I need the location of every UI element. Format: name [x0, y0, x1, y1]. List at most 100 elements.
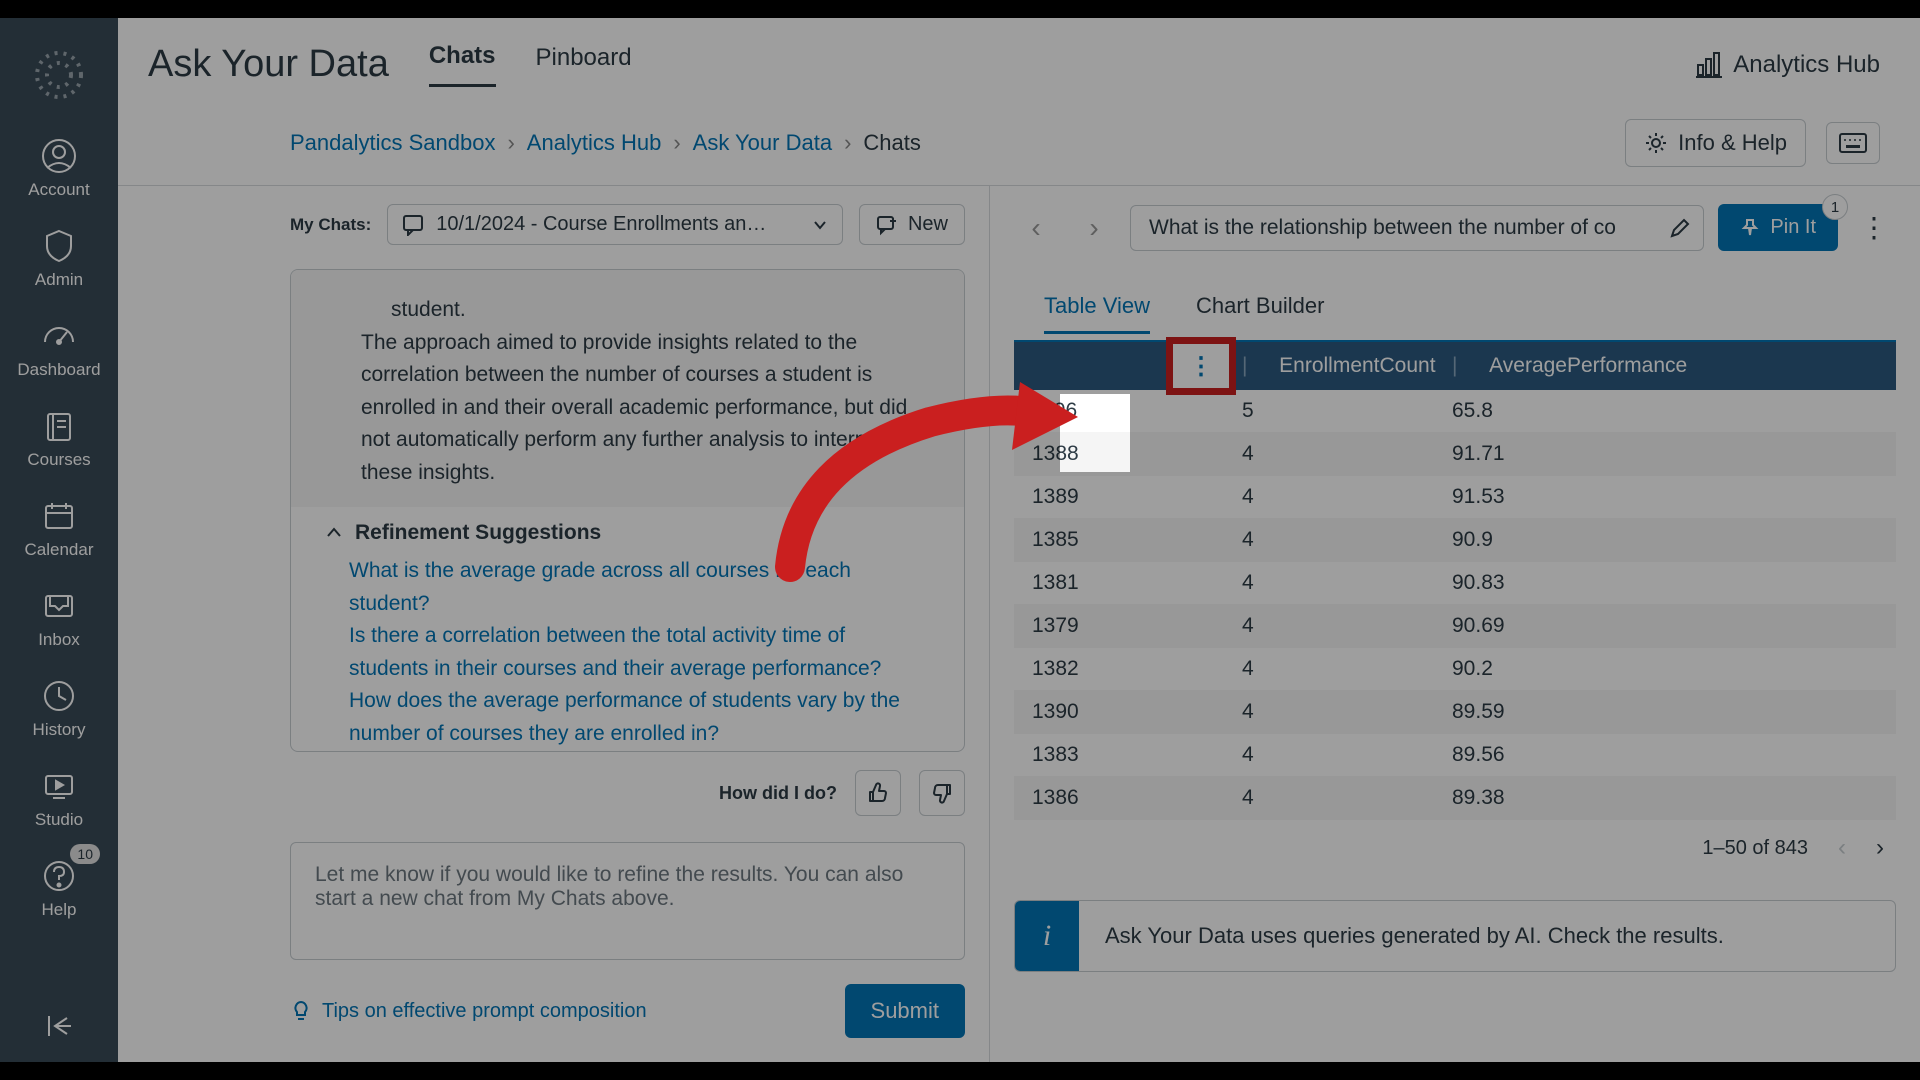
cell-avg: 90.83 — [1434, 571, 1896, 595]
app-logo[interactable] — [28, 44, 90, 106]
submit-button[interactable]: Submit — [845, 984, 965, 1038]
table-pager: 1–50 of 843 ‹ › — [1014, 834, 1896, 862]
kebab-icon: ⋮ — [1189, 352, 1213, 381]
table-row[interactable]: 1106565.8 — [1014, 390, 1896, 432]
cell-id: 1388 — [1014, 442, 1224, 466]
crumb-link[interactable]: Ask Your Data — [693, 130, 832, 156]
crumb-link[interactable]: Analytics Hub — [527, 130, 662, 156]
nav-studio[interactable]: Studio — [0, 758, 118, 844]
nav-admin[interactable]: Admin — [0, 218, 118, 304]
cell-enroll: 5 — [1224, 399, 1434, 423]
cell-enroll: 4 — [1224, 700, 1434, 724]
cell-avg: 65.8 — [1434, 399, 1896, 423]
table-row[interactable]: 1383489.56 — [1014, 734, 1896, 776]
hub-link-label: Analytics Hub — [1733, 51, 1880, 79]
pin-label: Pin It — [1770, 216, 1816, 239]
feedback-prompt: How did I do? — [719, 783, 837, 804]
cell-avg: 90.69 — [1434, 614, 1896, 638]
chat-input-placeholder: Let me know if you would like to refine … — [315, 863, 903, 910]
cell-id: 1385 — [1014, 528, 1224, 552]
nav-label: Account — [28, 180, 89, 200]
keyboard-button[interactable] — [1826, 122, 1880, 164]
crumb-link[interactable]: Pandalytics Sandbox — [290, 130, 495, 156]
chat-icon — [402, 214, 424, 236]
nav-label: Admin — [35, 270, 83, 290]
tab-chart-builder[interactable]: Chart Builder — [1196, 293, 1324, 334]
edit-query-button[interactable] — [1669, 217, 1691, 239]
cell-enroll: 4 — [1224, 743, 1434, 767]
thumbs-up-button[interactable] — [855, 770, 901, 816]
cell-avg: 89.59 — [1434, 700, 1896, 724]
cell-enroll: 4 — [1224, 786, 1434, 810]
thumbs-up-icon — [866, 781, 890, 805]
table-row[interactable]: 1389491.53 — [1014, 476, 1896, 518]
chat-input[interactable]: Let me know if you would like to refine … — [290, 842, 965, 960]
nav-label: Courses — [27, 450, 90, 470]
nav-dashboard[interactable]: Dashboard — [0, 308, 118, 394]
chat-selector[interactable]: 10/1/2024 - Course Enrollments and Stu — [387, 204, 843, 245]
prev-query-button[interactable]: ‹ — [1014, 206, 1058, 250]
query-display[interactable]: What is the relationship between the num… — [1130, 205, 1704, 251]
nav-inbox[interactable]: Inbox — [0, 578, 118, 664]
cell-id: 1390 — [1014, 700, 1224, 724]
nav-label: Calendar — [25, 540, 94, 560]
result-menu-button[interactable]: ⋮ — [1852, 211, 1896, 244]
table-row[interactable]: 1385490.9 — [1014, 518, 1896, 562]
table-row[interactable]: 1379490.69 — [1014, 604, 1896, 648]
tab-pinboard[interactable]: Pinboard — [536, 44, 632, 86]
pin-it-button[interactable]: Pin It 1 — [1718, 204, 1838, 251]
nav-label: Help — [42, 900, 77, 920]
nav-history[interactable]: History — [0, 668, 118, 754]
nav-collapse[interactable] — [0, 998, 118, 1062]
nav-courses[interactable]: Courses — [0, 398, 118, 484]
next-query-button[interactable]: › — [1072, 206, 1116, 250]
highlight-annotation: ⋮ — [1166, 337, 1236, 395]
tips-link[interactable]: Tips on effective prompt composition — [290, 1000, 647, 1023]
keyboard-icon — [1839, 133, 1867, 153]
cell-id: 1383 — [1014, 743, 1224, 767]
suggestion-link[interactable]: How does the average performance of stud… — [337, 685, 930, 750]
table-row[interactable]: 1386489.38 — [1014, 776, 1896, 820]
refinement-toggle[interactable]: Refinement Suggestions — [325, 521, 930, 545]
analytics-hub-link[interactable]: Analytics Hub — [1695, 51, 1880, 79]
pager-prev-button[interactable]: ‹ — [1838, 834, 1846, 862]
cell-avg: 89.56 — [1434, 743, 1896, 767]
cell-avg: 91.53 — [1434, 485, 1896, 509]
pager-range: 1–50 of 843 — [1702, 837, 1808, 860]
table-row[interactable]: 1381490.83 — [1014, 562, 1896, 604]
pencil-icon — [1669, 217, 1691, 239]
table-row[interactable]: 1382490.2 — [1014, 648, 1896, 690]
tab-chats[interactable]: Chats — [429, 42, 496, 87]
pager-next-button[interactable]: › — [1876, 834, 1884, 862]
global-nav: Account Admin Dashboard Courses Calendar… — [0, 18, 118, 1062]
ai-paragraph: The approach aimed to provide insights r… — [361, 327, 930, 490]
nav-label: Inbox — [38, 630, 80, 650]
help-badge: 10 — [70, 844, 100, 864]
column-menu-button[interactable]: ⋮ — [1173, 344, 1229, 388]
suggestion-link[interactable]: What is the average grade across all cou… — [337, 555, 930, 620]
table-row[interactable]: 1390489.59 — [1014, 690, 1896, 734]
app-title: Ask Your Data — [148, 43, 389, 86]
cell-enroll: 4 — [1224, 657, 1434, 681]
nav-label: Dashboard — [17, 360, 100, 380]
nav-calendar[interactable]: Calendar — [0, 488, 118, 574]
gear-icon — [1644, 131, 1668, 155]
cell-id: 1386 — [1014, 786, 1224, 810]
nav-help[interactable]: Help — [0, 848, 118, 934]
tips-label: Tips on effective prompt composition — [322, 1000, 647, 1023]
column-header[interactable]: AveragePerformance — [1489, 354, 1687, 378]
table-row[interactable]: 1388491.71 — [1014, 432, 1896, 476]
cell-id: 1389 — [1014, 485, 1224, 509]
new-chat-button[interactable]: New — [859, 204, 965, 245]
suggestion-link[interactable]: Is there a correlation between the total… — [337, 620, 930, 685]
bar-chart-icon — [1695, 51, 1723, 79]
tab-table-view[interactable]: Table View — [1044, 293, 1150, 334]
cell-enroll: 4 — [1224, 485, 1434, 509]
lightbulb-icon — [290, 1000, 312, 1022]
column-header[interactable]: EnrollmentCount — [1279, 354, 1435, 378]
cell-enroll: 4 — [1224, 442, 1434, 466]
table-header: | EnrollmentCount | AveragePerformance ⋮ — [1014, 342, 1896, 390]
thumbs-down-button[interactable] — [919, 770, 965, 816]
info-help-button[interactable]: Info & Help — [1625, 119, 1806, 167]
nav-account[interactable]: Account — [0, 128, 118, 214]
